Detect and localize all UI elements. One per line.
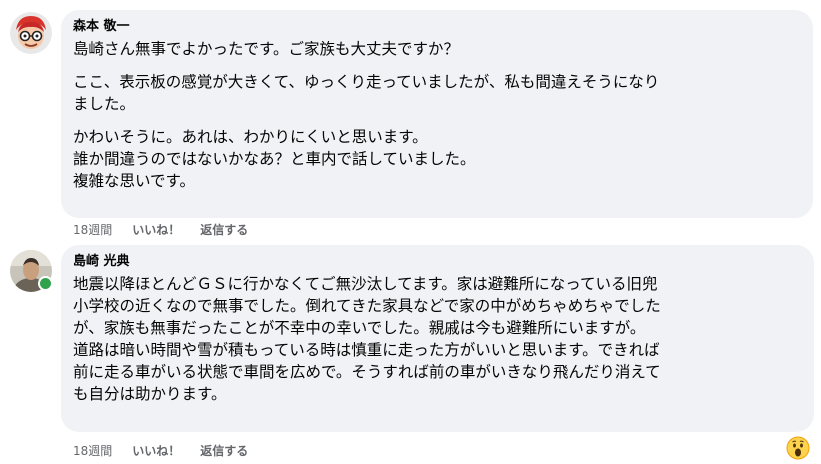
comment-text: 誰か間違うのではないかなあ？と車内で話していました。 (73, 150, 476, 168)
comment-bubble: 島崎 光典 地震以降ほとんどＧＳに行かなくてご無沙汰してます。家は避難所になって… (61, 245, 814, 432)
comment-author[interactable]: 島崎 光典 (73, 253, 802, 271)
like-button[interactable]: いいね！ (132, 443, 180, 459)
avatar-shimazaki[interactable] (10, 250, 53, 292)
comment-text: 地震以降ほとんどＧＳに行かなくてご無沙汰してます。家は避難所になっている旧兜 (73, 275, 658, 293)
comment-text: も自分は助かります。 (73, 385, 227, 403)
cartoon-avatar-icon (10, 12, 52, 54)
comment-text: かわいそうに。あれは、わかりにくいと思います。 (73, 128, 428, 146)
comment-timestamp[interactable]: 18週間 (73, 222, 112, 238)
online-status-indicator (38, 276, 53, 291)
comment-text: 前に走る車がいる状態で車間を広めで。そうすれば前の車がいきなり飛んだり消えて (73, 363, 661, 381)
comment-text: 島崎さん無事でよかったです。ご家族も大丈夫ですか？ (73, 40, 459, 58)
wow-emoji-icon[interactable] (786, 436, 810, 460)
comment-text: が、家族も無事だったことが不幸中の幸いでした。親戚は今も避難所にいますが。 (73, 319, 646, 337)
comment-bubble: 森本 敬一 島崎さん無事でよかったです。ご家族も大丈夫ですか？ ここ、表示板の感… (61, 10, 813, 218)
comment-text: ました。 (73, 95, 136, 113)
comment-author[interactable]: 森本 敬一 (73, 18, 801, 36)
avatar-morimoto[interactable] (10, 12, 52, 54)
comment-text: 道路は暗い時間や雪が積もっている時は慎重に走った方がいいと思います。できれば (73, 341, 660, 359)
like-button[interactable]: いいね！ (132, 222, 180, 238)
comment-text: 複雑な思いです。 (73, 172, 195, 190)
reply-button[interactable]: 返信する (200, 222, 248, 238)
comment-actions: 18週間 いいね！ 返信する (73, 222, 268, 238)
comment-text: ここ、表示板の感覚が大きくて、ゆっくり走っていましたが、私も間違えそうになり (73, 73, 660, 91)
comment-actions: 18週間 いいね！ 返信する (73, 443, 268, 459)
comment-timestamp[interactable]: 18週間 (73, 443, 112, 459)
reply-button[interactable]: 返信する (200, 443, 248, 459)
wow-reaction-icon (786, 436, 810, 460)
comment-text: 小学校の近くなので無事でした。倒れてきた家具などで家の中がめちゃめちゃでした (73, 297, 661, 315)
